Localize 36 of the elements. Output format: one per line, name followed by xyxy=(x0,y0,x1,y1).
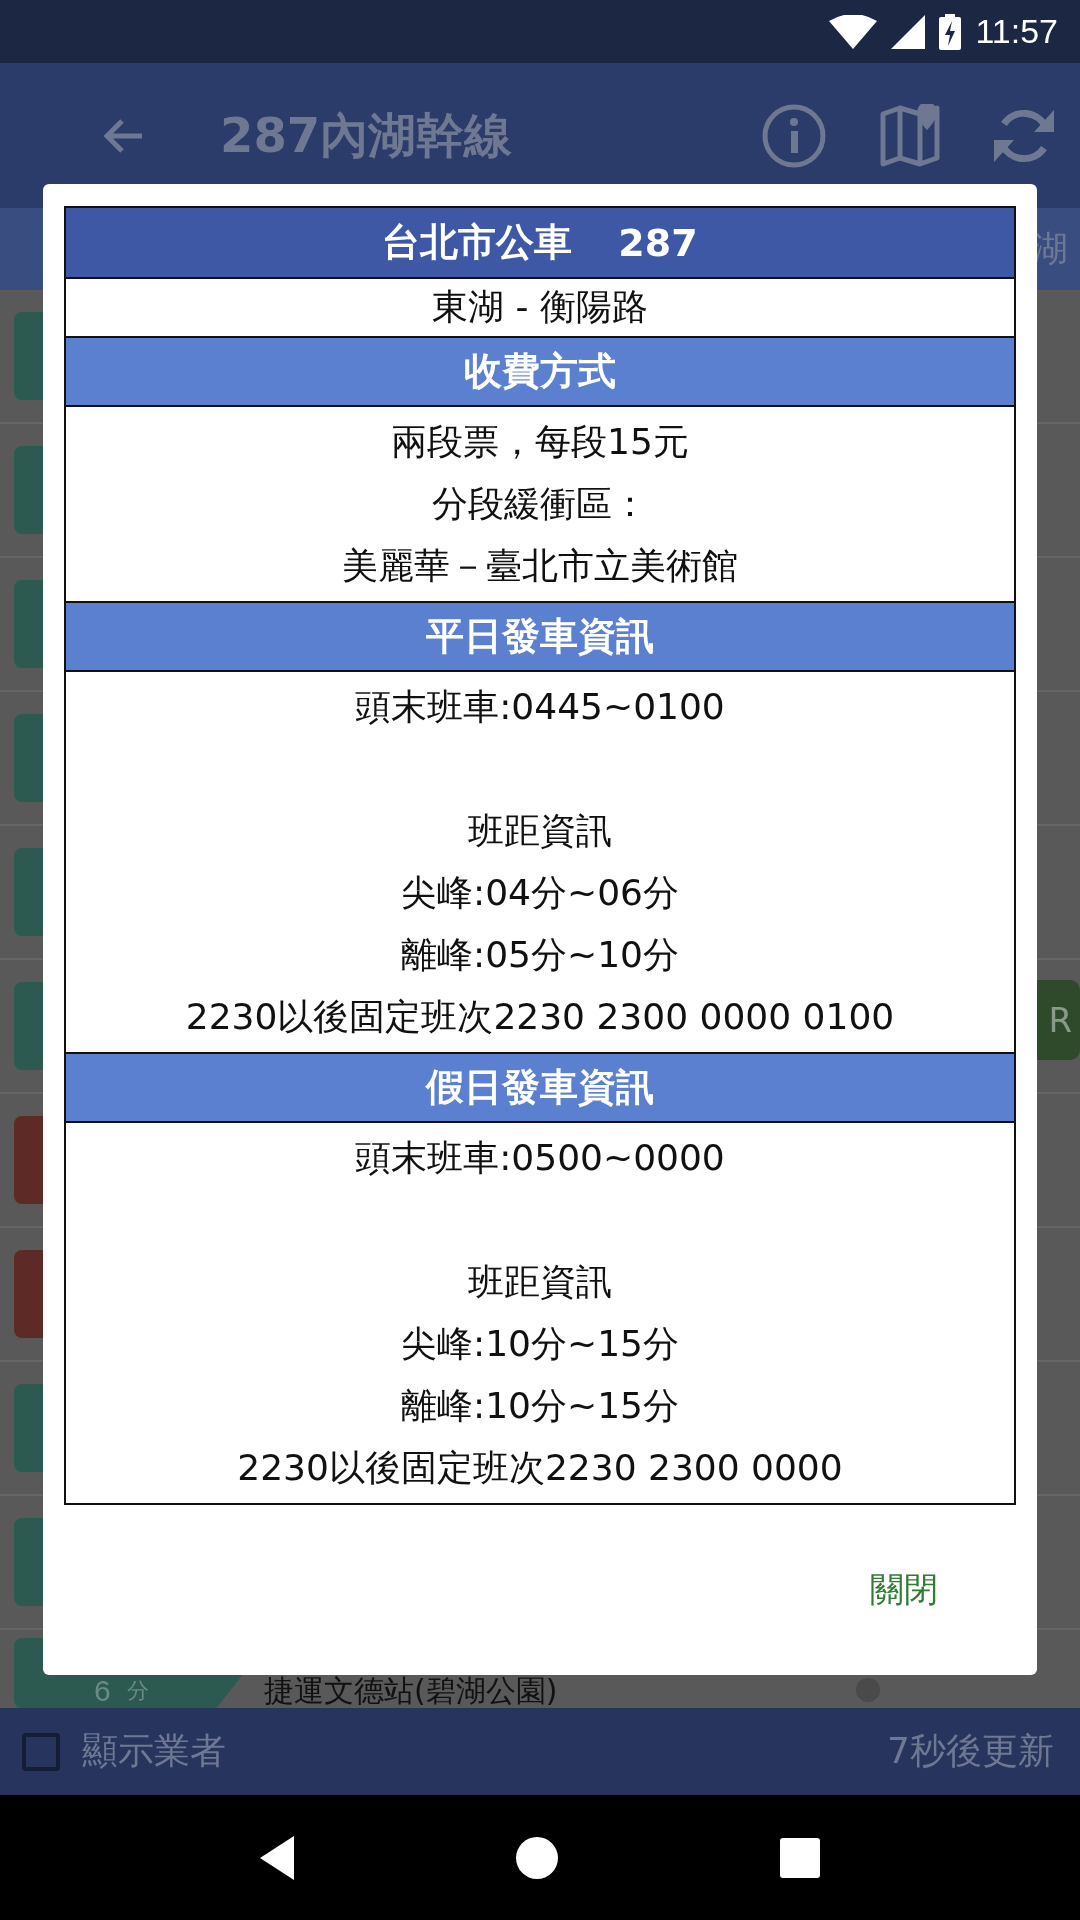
info-line: 2230以後固定班次2230 2300 0000 xyxy=(237,1446,843,1490)
map-icon[interactable] xyxy=(880,103,940,168)
route-text: 東湖 - 衡陽路 xyxy=(431,285,649,329)
checkbox-label: 顯示業者 xyxy=(82,1729,227,1773)
back-icon[interactable] xyxy=(260,1835,295,1880)
minutes-text: 6 xyxy=(94,1674,111,1708)
info-line: 尖峰:04分~06分 xyxy=(401,871,679,915)
info-line: 美麗華－臺北市立美術館 xyxy=(342,544,738,588)
info-line: 分段緩衝區： xyxy=(432,482,648,526)
info-line: 尖峰:10分~15分 xyxy=(401,1322,679,1366)
signal-icon xyxy=(891,14,926,49)
battery-charging-icon xyxy=(939,13,962,50)
section-heading: 平日發車資訊 xyxy=(66,601,1014,672)
info-line: 2230以後固定班次2230 2300 0000 0100 xyxy=(185,995,895,1039)
unit-text: 分 xyxy=(126,1677,149,1705)
agency-name: 台北市公車 xyxy=(382,219,573,266)
info-line: 班距資訊 xyxy=(468,1260,612,1304)
info-line: 班距資訊 xyxy=(468,809,612,853)
route-number: 287 xyxy=(618,220,698,265)
info-icon[interactable] xyxy=(762,103,826,168)
stop-name[interactable]: 捷運文德站(碧湖公園) xyxy=(264,1674,558,1708)
recents-icon[interactable] xyxy=(779,1837,820,1878)
info-line: 離峰:05分~10分 xyxy=(401,933,679,977)
section-heading: 收費方式 xyxy=(66,336,1014,407)
info-line: 兩段票，每段15元 xyxy=(391,420,689,464)
wifi-icon xyxy=(829,14,878,49)
close-button[interactable]: 關閉 xyxy=(850,1557,958,1623)
info-line: 頭末班車:0445~0100 xyxy=(355,685,725,729)
screen-title: 287內湖幹線 xyxy=(220,105,514,165)
home-icon[interactable] xyxy=(515,1835,559,1880)
checkbox[interactable] xyxy=(22,1732,60,1771)
clock: 11:57 xyxy=(975,12,1058,51)
section-heading: 假日發車資訊 xyxy=(66,1052,1014,1123)
info-line: 離峰:10分~15分 xyxy=(401,1384,679,1428)
refresh-countdown: 7秒後更新 xyxy=(887,1729,1054,1773)
info-line: 頭末班車:0500~0000 xyxy=(355,1136,725,1180)
